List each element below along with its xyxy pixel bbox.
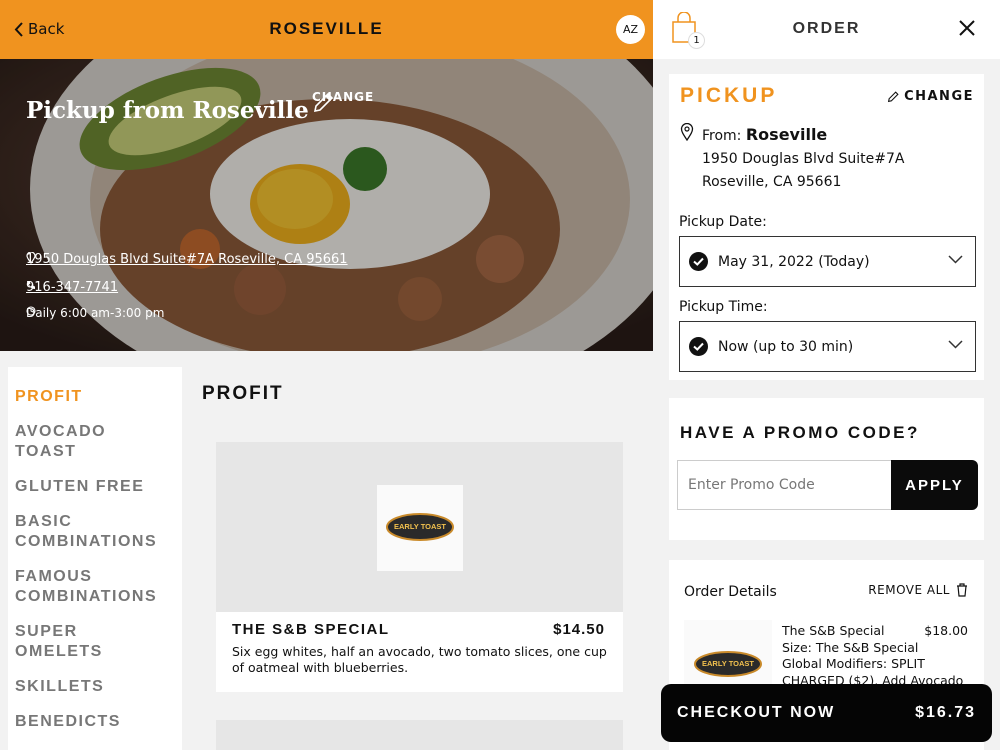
menu-item-name: THE S&B SPECIAL (232, 621, 390, 638)
menu-item-card[interactable]: EARLY TOAST THE S&B SPECIAL $14.50 Six e… (216, 442, 623, 692)
from-location: Roseville (745, 125, 828, 144)
order-details-title: Order Details (684, 584, 777, 600)
close-button[interactable] (958, 19, 976, 41)
pencil-icon (313, 92, 334, 113)
chevron-down-icon (948, 255, 963, 264)
map-pin-icon (26, 252, 36, 264)
hero-address-row: 1950 Douglas Blvd Suite#7A Roseville, CA… (26, 252, 348, 267)
order-item-price: $18.00 (924, 623, 968, 638)
address-line-1: 1950 Douglas Blvd Suite#7A (702, 151, 905, 167)
category-sidebar: PROFIT AVOCADO TOAST GLUTEN FREE BASIC C… (8, 367, 182, 750)
category-super-omelets[interactable]: SUPER OMELETS (15, 622, 115, 662)
order-panel: 1 ORDER PICKUP CHANGE From: Roseville 19… (653, 0, 1000, 750)
remove-all-button[interactable]: REMOVE ALL (868, 583, 968, 597)
hero-address-link[interactable]: 1950 Douglas Blvd Suite#7A Roseville, CA… (26, 252, 348, 267)
category-avocado-toast[interactable]: AVOCADO TOAST (15, 422, 115, 462)
category-gluten-free[interactable]: GLUTEN FREE (15, 477, 175, 497)
promo-code-input[interactable] (677, 460, 892, 510)
check-circle-icon (689, 252, 708, 271)
brand-logo: EARLY TOAST (377, 485, 463, 571)
hero-banner: Pickup from Roseville CHANGE 1950 Dougla… (0, 59, 653, 351)
menu-item-card[interactable] (216, 720, 623, 750)
pickup-from: From: Roseville 1950 Douglas Blvd Suite#… (680, 123, 904, 194)
pickup-date-value: May 31, 2022 (Today) (718, 253, 870, 270)
check-circle-icon (689, 337, 708, 356)
hero-title: Pickup from Roseville (26, 97, 309, 124)
checkout-label: CHECKOUT NOW (677, 704, 836, 721)
logo-text: EARLY TOAST (394, 522, 446, 531)
checkout-button[interactable]: CHECKOUT NOW $16.73 (661, 684, 992, 742)
menu-item-price: $14.50 (553, 621, 605, 638)
map-pin-icon (680, 123, 694, 141)
pickup-change-label: CHANGE (904, 89, 974, 104)
checkout-total: $16.73 (915, 704, 976, 721)
menu-panel: Back ROSEVILLE AZ Pickup from Roseville … (0, 0, 653, 750)
hero-hours: Daily 6:00 am-3:00 pm (26, 306, 165, 320)
category-profit[interactable]: PROFIT (15, 387, 175, 407)
location-title: ROSEVILLE (269, 19, 384, 38)
phone-icon (27, 281, 35, 289)
pencil-icon (888, 91, 899, 103)
section-title: PROFIT (202, 383, 284, 404)
promo-panel: HAVE A PROMO CODE? APPLY (669, 398, 984, 540)
hero-phone-row: 916-347-7741 (26, 280, 118, 295)
promo-title: HAVE A PROMO CODE? (680, 423, 920, 442)
logo-text: EARLY TOAST (702, 659, 754, 668)
menu-item-description: Six egg whites, half an avocado, two tom… (232, 644, 607, 675)
pickup-time-label: Pickup Time: (679, 299, 768, 315)
close-icon (959, 20, 975, 36)
category-skillets[interactable]: SKILLETS (15, 677, 175, 697)
category-benedicts[interactable]: BENEDICTS (15, 712, 175, 732)
pickup-date-select[interactable]: May 31, 2022 (Today) (679, 236, 976, 287)
trash-icon (957, 583, 967, 597)
top-bar: Back ROSEVILLE AZ (0, 0, 653, 59)
chevron-down-icon (948, 340, 963, 349)
avatar[interactable]: AZ (616, 15, 645, 44)
hero-phone-link[interactable]: 916-347-7741 (26, 280, 118, 295)
clock-icon (26, 306, 36, 316)
pickup-panel: PICKUP CHANGE From: Roseville 1950 Dougl… (669, 74, 984, 380)
pickup-change-button[interactable]: CHANGE (887, 89, 974, 104)
order-header: 1 ORDER (653, 0, 1000, 59)
category-famous-combinations[interactable]: FAMOUS COMBINATIONS (15, 567, 165, 607)
address-line-2: Roseville, CA 95661 (702, 174, 842, 190)
menu-item-image: EARLY TOAST (216, 442, 623, 612)
remove-all-label: REMOVE ALL (868, 583, 950, 597)
order-item-size: Size: The S&B Special (782, 639, 919, 655)
pickup-time-select[interactable]: Now (up to 30 min) (679, 321, 976, 372)
from-prefix: From: (702, 128, 742, 144)
hero-hours-row: Daily 6:00 am-3:00 pm (26, 306, 164, 320)
hero-change-button[interactable]: CHANGE (312, 90, 374, 113)
order-title: ORDER (792, 20, 861, 37)
pickup-title: PICKUP (680, 84, 778, 107)
pickup-date-label: Pickup Date: (679, 214, 767, 230)
pickup-time-value: Now (up to 30 min) (718, 338, 854, 355)
apply-button[interactable]: APPLY (891, 460, 978, 510)
category-basic-combinations[interactable]: BASIC COMBINATIONS (15, 512, 165, 552)
